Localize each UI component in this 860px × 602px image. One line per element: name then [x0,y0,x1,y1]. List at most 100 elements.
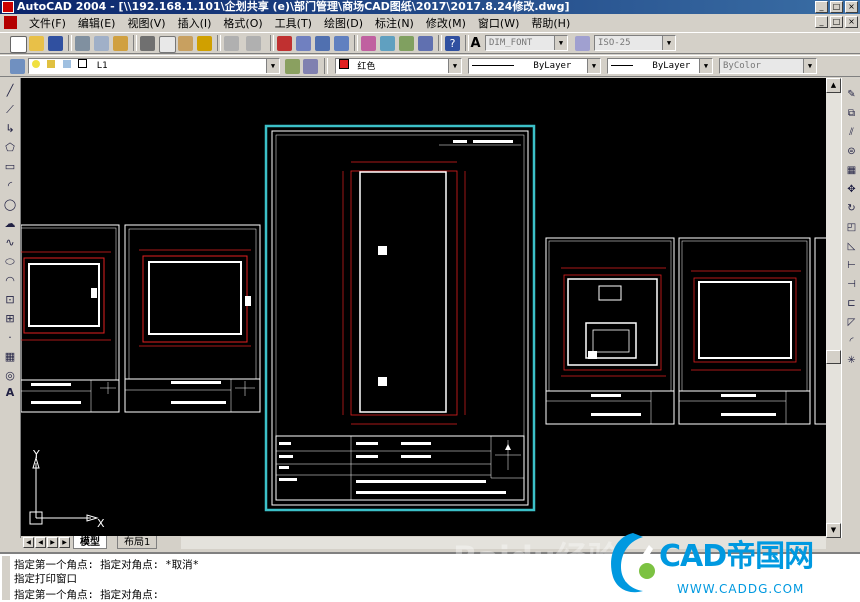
save-icon[interactable] [48,36,63,51]
minimize-button[interactable]: _ [815,1,828,13]
menu-edit[interactable]: 编辑(E) [72,15,122,31]
chevron-down-icon[interactable]: ▼ [662,36,675,50]
help-icon[interactable]: ? [445,36,460,51]
break-icon[interactable]: ⊏ [845,297,858,310]
layer-previous-icon[interactable] [303,59,318,74]
properties-icon[interactable] [361,36,376,51]
color-select[interactable]: 红色 ▼ [335,58,462,74]
make-layer-current-icon[interactable] [285,59,300,74]
chevron-down-icon[interactable]: ▼ [803,59,816,73]
print-icon[interactable] [75,36,90,51]
chevron-down-icon[interactable]: ▼ [448,59,461,73]
undo-icon[interactable] [224,36,239,51]
revision-cloud-icon[interactable]: ☁ [3,217,17,231]
zoom-previous-icon[interactable] [334,36,349,51]
close-button[interactable]: × [845,1,858,13]
vertical-scrollbar[interactable]: ▲ ▼ [826,78,841,538]
open-folder-icon[interactable] [29,36,44,51]
polyline-icon[interactable]: ↳ [3,122,17,136]
line-icon[interactable]: ╱ [3,84,17,98]
chevron-down-icon[interactable]: ▼ [587,59,600,73]
copy-object-icon[interactable]: ⧉ [845,107,858,120]
text-style-select[interactable]: DIM_FONT ▼ [485,35,568,51]
plot-preview-icon[interactable] [94,36,109,51]
offset-icon[interactable]: ⊜ [845,145,858,158]
chevron-down-icon[interactable]: ▼ [266,59,279,73]
chevron-down-icon[interactable]: ▼ [554,36,567,50]
doc-restore-button[interactable]: □ [830,16,843,28]
menu-format[interactable]: 格式(O) [217,15,268,31]
scroll-thumb[interactable] [826,350,841,364]
first-tab-icon[interactable]: ◀ [23,537,34,548]
move-icon[interactable]: ✥ [845,183,858,196]
make-block-icon[interactable]: ⊞ [3,312,17,326]
scale-icon[interactable]: ◰ [845,221,858,234]
doc-minimize-button[interactable]: _ [815,16,828,28]
tab-layout1[interactable]: 布局1 [117,536,158,549]
copy-icon[interactable] [159,36,176,53]
maximize-button[interactable]: □ [830,1,843,13]
menu-tools[interactable]: 工具(T) [269,15,318,31]
stretch-icon[interactable]: ◺ [845,240,858,253]
chamfer-icon[interactable]: ◸ [845,316,858,329]
command-prompt[interactable]: 指定第一个角点: 指定对角点: [14,587,159,602]
menu-help[interactable]: 帮助(H) [525,15,576,31]
dimension-style-select[interactable]: ISO-25 ▼ [594,35,676,51]
ellipse-arc-icon[interactable]: ◠ [3,274,17,288]
document-icon[interactable] [4,16,17,29]
chevron-down-icon[interactable]: ▼ [699,59,712,73]
insert-block-icon[interactable]: ⊡ [3,293,17,307]
hatch-icon[interactable]: ▦ [3,350,17,364]
tool-palettes-icon[interactable] [399,36,414,51]
redo-icon[interactable] [246,36,261,51]
zoom-realtime-icon[interactable] [296,36,311,51]
polygon-icon[interactable]: ⬠ [3,141,17,155]
next-tab-icon[interactable]: ▶ [47,537,58,548]
trim-icon[interactable]: ⊢ [845,259,858,272]
plotstyle-select[interactable]: ByColor ▼ [719,58,817,74]
paste-icon[interactable] [178,36,193,51]
zoom-window-icon[interactable] [315,36,330,51]
mirror-icon[interactable]: ⫽ [845,126,858,139]
autocad-app-icon[interactable] [2,1,14,13]
publish-icon[interactable] [113,36,128,51]
fillet-icon[interactable]: ◜ [845,335,858,348]
last-tab-icon[interactable]: ▶ [59,537,70,548]
multiline-text-icon[interactable]: A [3,386,17,400]
menu-insert[interactable]: 插入(I) [172,15,218,31]
point-icon[interactable]: · [3,331,17,345]
layer-manager-icon[interactable] [10,59,25,74]
menu-file[interactable]: 文件(F) [23,15,72,31]
design-center-icon[interactable] [380,36,395,51]
cut-icon[interactable] [140,36,155,51]
array-icon[interactable]: ▦ [845,164,858,177]
region-icon[interactable]: ◎ [3,369,17,383]
spline-icon[interactable]: ∿ [3,236,17,250]
doc-close-button[interactable]: × [845,16,858,28]
menu-view[interactable]: 视图(V) [121,15,171,31]
command-window-grip[interactable] [2,556,10,600]
prev-tab-icon[interactable]: ◀ [35,537,46,548]
layer-select[interactable]: L1 ▼ [28,58,280,74]
pan-icon[interactable] [277,36,292,51]
menu-dimension[interactable]: 标注(N) [369,15,420,31]
menu-modify[interactable]: 修改(M) [420,15,472,31]
scroll-up-arrow-icon[interactable]: ▲ [826,78,841,93]
menu-draw[interactable]: 绘图(D) [318,15,369,31]
erase-icon[interactable]: ✎ [845,88,858,101]
drawing-canvas[interactable]: Y X [21,78,826,536]
markup-icon[interactable] [418,36,433,51]
rectangle-icon[interactable]: ▭ [3,160,17,174]
rotate-icon[interactable]: ↻ [845,202,858,215]
lineweight-select[interactable]: ByLayer ▼ [607,58,713,74]
linetype-select[interactable]: ByLayer ▼ [468,58,601,74]
ellipse-icon[interactable]: ⬭ [3,255,17,269]
construction-line-icon[interactable]: ⟋ [3,103,17,117]
new-file-icon[interactable] [10,36,27,53]
explode-icon[interactable]: ✳ [845,354,858,367]
menu-window[interactable]: 窗口(W) [472,15,525,31]
extend-icon[interactable]: ⊣ [845,278,858,291]
circle-icon[interactable]: ◯ [3,198,17,212]
match-properties-icon[interactable] [197,36,212,51]
tab-model[interactable]: 模型 [73,536,107,549]
